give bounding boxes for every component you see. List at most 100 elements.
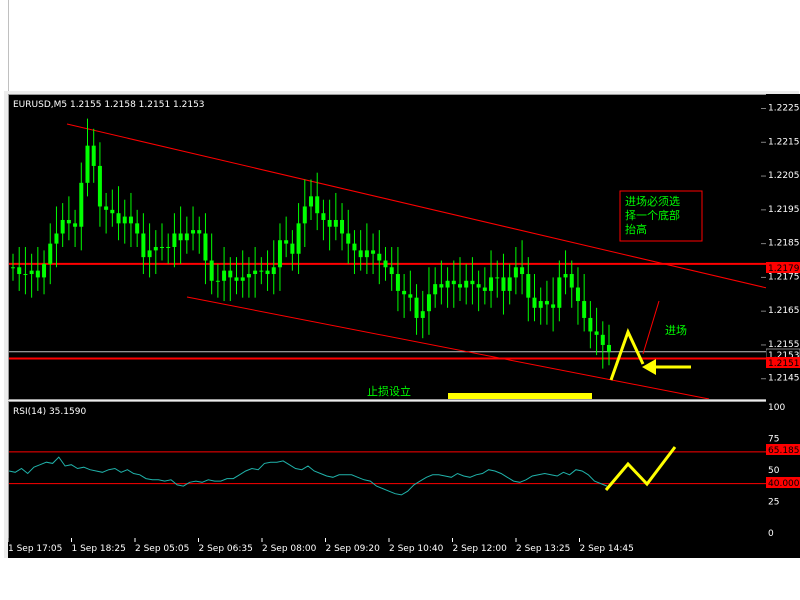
time-tick-label: 2 Sep 14:45: [580, 544, 634, 554]
candle-body: [296, 223, 301, 254]
time-axis: 1 Sep 17:05 1 Sep 18:25 2 Sep 05:05 2 Sep 0…: [7, 538, 800, 558]
price-chart-panel[interactable]: EURUSD,M5 1.2155 1.2158 1.2151 1.2153 进场…: [8, 94, 768, 400]
candle-body: [215, 280, 220, 282]
time-tick-label: 2 Sep 05:05: [135, 544, 189, 554]
candle-body: [54, 233, 59, 244]
window-divider: [8, 0, 9, 92]
candle-body: [607, 344, 611, 352]
candle-body: [178, 233, 183, 241]
rsi-levels: [9, 451, 767, 485]
candle-body: [135, 223, 140, 234]
rsi-title: RSI(14) 35.1590: [13, 407, 86, 417]
chart-title: EURUSD,M5 1.2155 1.2158 1.2151 1.2153: [13, 100, 205, 110]
candle-body: [234, 277, 239, 281]
rsi-tick-label: 0: [768, 529, 774, 538]
candle-body: [389, 267, 394, 275]
candle-body: [358, 250, 363, 258]
candle-body: [284, 240, 289, 244]
rsi-marker-1: 65.1850: [768, 446, 800, 456]
price-tick-label: 1.2195: [768, 205, 800, 215]
price-tick-label: 1.2165: [768, 306, 800, 316]
candle-body: [395, 274, 400, 291]
candle-body: [110, 209, 115, 214]
stop-loss-bar: [448, 393, 592, 399]
candle-body: [371, 250, 376, 254]
candle-body: [433, 284, 438, 295]
candle-body: [575, 287, 580, 302]
candle-body: [265, 270, 270, 275]
candle-body: [551, 304, 556, 308]
candle-body: [594, 331, 599, 335]
annotation-box-line-2: 择一个底部: [625, 208, 680, 222]
rsi-tick-label: 100: [768, 403, 785, 413]
candle-body: [222, 270, 227, 281]
rsi-marker-2: 40.0000: [768, 479, 800, 489]
candle-body: [532, 297, 537, 308]
candle-body: [563, 274, 568, 278]
stop-label: 止损设立: [367, 384, 411, 398]
candle-body: [464, 280, 469, 288]
candle-body: [128, 216, 133, 224]
candle-body: [352, 243, 357, 251]
candle-body: [166, 247, 171, 248]
candle-body: [17, 267, 22, 275]
candle-body: [79, 182, 84, 227]
candle-body: [153, 247, 158, 251]
candle-body: [569, 274, 574, 288]
annotation-box-line-1: 进场必须选: [625, 194, 680, 208]
candle-body: [48, 243, 53, 264]
candle-body: [42, 263, 47, 278]
candle-body: [315, 196, 320, 214]
candle-body: [495, 277, 500, 279]
candle-body: [340, 219, 345, 234]
candle-body: [507, 277, 512, 291]
candle-body: [184, 233, 189, 241]
candle-body: [290, 243, 295, 254]
annotation-box-line-3: 抬高: [625, 222, 647, 236]
price-marker-1: 1.2179: [768, 264, 800, 274]
candle-body: [501, 277, 506, 291]
candle-body: [29, 270, 34, 275]
price-tick-labels: 1.22251.22151.22051.21951.21851.21751.21…: [768, 104, 800, 384]
candle-body: [253, 270, 258, 275]
candle-body: [302, 206, 307, 224]
candle-body: [470, 280, 475, 285]
rsi-tick-label: 75: [768, 435, 779, 445]
time-tick-label: 2 Sep 09:20: [326, 544, 381, 554]
entry-zigzag: [609, 328, 645, 381]
candle-body: [364, 250, 369, 258]
time-tick-label: 1 Sep 17:05: [8, 544, 62, 554]
axis-svg: 1.22251.22151.22051.21951.21851.21751.21…: [765, 104, 800, 539]
price-tick-label: 1.2145: [768, 374, 800, 384]
time-axis-svg: 1 Sep 17:05 1 Sep 18:25 2 Sep 05:05 2 Sep 0…: [7, 538, 634, 554]
rsi-tick-label: 25: [768, 498, 779, 508]
breakout-line: [642, 300, 660, 355]
time-tick-label: 1 Sep 18:25: [72, 544, 126, 554]
candle-body: [11, 267, 15, 269]
candle-body: [203, 233, 208, 261]
candle-body: [104, 206, 109, 210]
candle-body: [544, 301, 549, 305]
candles: [11, 118, 611, 369]
candle-body: [333, 219, 338, 227]
candle-body: [513, 267, 518, 278]
candle-body: [240, 277, 245, 281]
candle-body: [321, 213, 326, 220]
candle-body: [209, 260, 214, 281]
rsi-panel[interactable]: RSI(14) 35.1590: [8, 401, 768, 539]
window-bottom-area: [0, 558, 800, 600]
candle-body: [414, 297, 419, 318]
candle-body: [91, 145, 96, 166]
candle-body: [420, 311, 425, 318]
candle-body: [383, 260, 388, 268]
rsi-line: [8, 456, 608, 496]
candle-body: [122, 216, 127, 224]
candle-body: [327, 219, 332, 227]
candle-body: [309, 196, 313, 207]
candle-body: [197, 230, 202, 234]
rsi-tick-labels: 100 75 50 25 0: [768, 403, 785, 539]
candle-body: [97, 165, 102, 207]
candle-body: [451, 280, 456, 285]
rsi-chart-svg: RSI(14) 35.1590: [8, 407, 767, 496]
time-tick-label: 2 Sep 12:00: [453, 544, 508, 554]
